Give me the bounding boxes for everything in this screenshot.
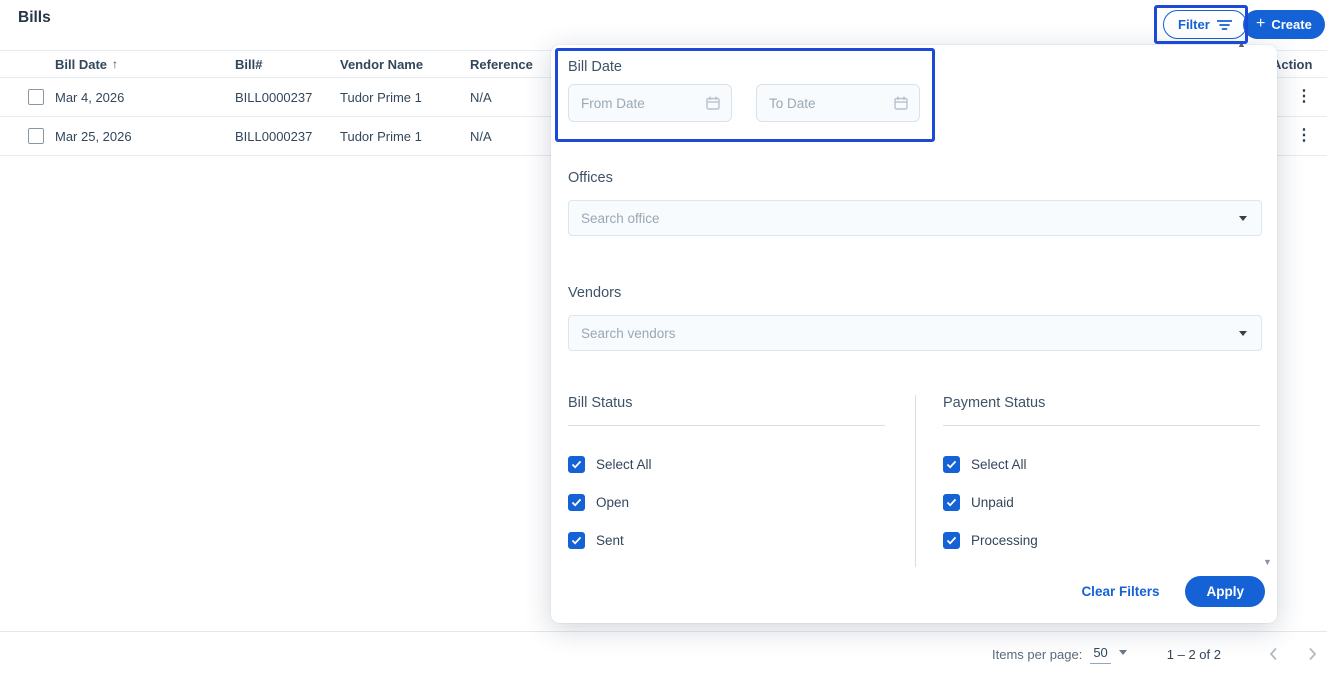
office-search-select[interactable] (568, 200, 1262, 236)
payment-status-select-all[interactable]: Select All (943, 454, 1260, 474)
next-page-button[interactable] (1308, 647, 1317, 661)
header-bill-date-label: Bill Date (55, 56, 108, 72)
bill-date-section-label: Bill Date (568, 59, 622, 75)
header-bill-number[interactable]: Bill# (235, 57, 340, 72)
bill-status-sent[interactable]: Sent (568, 530, 885, 550)
from-date-field[interactable] (581, 95, 691, 111)
header-action: Action (1272, 56, 1313, 72)
bill-date-inputs (568, 84, 920, 122)
row-checkbox[interactable] (28, 128, 44, 144)
from-date-input[interactable] (568, 84, 732, 122)
checkbox-label: Unpaid (971, 494, 1014, 510)
dropdown-caret-icon (1239, 330, 1247, 336)
status-divider (915, 395, 916, 567)
bill-status-title: Bill Status (568, 395, 885, 426)
cell-vendor-name: Tudor Prime 1 (340, 89, 422, 105)
bill-status-select-all[interactable]: Select All (568, 454, 885, 474)
payment-status-unpaid[interactable]: Unpaid (943, 492, 1260, 512)
vendor-search-field[interactable] (581, 325, 1239, 341)
page-title: Bills (18, 9, 51, 26)
office-search-field[interactable] (581, 210, 1239, 226)
checkbox-label: Processing (971, 532, 1038, 548)
clear-filters-link[interactable]: Clear Filters (1081, 584, 1159, 599)
checkbox-checked-icon (943, 531, 960, 549)
filter-icon (1216, 19, 1232, 30)
pagination-range: 1 – 2 of 2 (1166, 646, 1221, 662)
checkbox-checked-icon (568, 455, 585, 473)
cell-action: ⋮ (1270, 89, 1327, 105)
checkbox-label: Sent (596, 532, 624, 548)
bill-status-section: Bill Status Select All Open Sent (568, 395, 885, 550)
items-per-page-value: 50 (1090, 645, 1111, 664)
to-date-field[interactable] (769, 95, 879, 111)
filter-panel: ▲ ▼ Bill Date Offices (551, 39, 1277, 623)
topbar: Bills Filter + Create (0, 0, 1327, 50)
offices-section-label: Offices (568, 170, 613, 186)
filter-panel-footer: Clear Filters Apply (551, 565, 1277, 623)
to-date-input[interactable] (756, 84, 920, 122)
scroll-up-icon[interactable]: ▲ (1237, 39, 1246, 49)
dropdown-caret-icon (1118, 649, 1127, 655)
previous-page-button[interactable] (1269, 647, 1278, 661)
checkbox-checked-icon (943, 455, 960, 473)
row-checkbox-cell (0, 89, 55, 105)
row-checkbox-cell (0, 128, 55, 144)
cell-bill-number: BILL0000237 (235, 128, 313, 144)
cell-bill-date: Mar 25, 2026 (55, 128, 132, 144)
filter-button[interactable]: Filter (1163, 10, 1247, 39)
cell-bill-number: BILL0000237 (235, 89, 313, 105)
pagination-bar: Items per page: 50 1 – 2 of 2 (0, 631, 1327, 676)
plus-icon: + (1256, 15, 1266, 32)
payment-status-title: Payment Status (943, 395, 1260, 426)
header-vendor-name[interactable]: Vendor Name (340, 57, 470, 72)
calendar-icon (706, 96, 720, 110)
dropdown-caret-icon (1239, 215, 1247, 221)
sort-ascending-icon: ↑ (112, 57, 119, 71)
checkbox-label: Open (596, 494, 630, 510)
header-bill-date[interactable]: Bill Date ↑ (55, 57, 235, 72)
payment-status-processing[interactable]: Processing (943, 530, 1260, 550)
checkbox-checked-icon (943, 493, 960, 511)
bills-page: Bills Filter + Create Bill Date ↑ Bill# … (0, 0, 1327, 676)
chevron-left-icon (1269, 647, 1277, 661)
checkbox-checked-icon (568, 531, 585, 549)
cell-vendor-name: Tudor Prime 1 (340, 128, 422, 144)
checkbox-label: Select All (971, 456, 1027, 472)
cell-bill-date: Mar 4, 2026 (55, 89, 125, 105)
items-per-page-select[interactable]: 50 (1090, 645, 1127, 664)
row-checkbox[interactable] (28, 89, 44, 105)
cell-action: ⋮ (1270, 128, 1327, 144)
checkbox-label: Select All (596, 456, 652, 472)
vendors-section-label: Vendors (568, 285, 622, 301)
apply-button[interactable]: Apply (1185, 575, 1265, 607)
checkbox-checked-icon (568, 493, 585, 511)
create-button-label: Create (1271, 17, 1312, 32)
calendar-icon (894, 96, 908, 110)
filter-button-label: Filter (1178, 17, 1210, 32)
create-button[interactable]: + Create (1243, 10, 1325, 39)
chevron-right-icon (1309, 647, 1317, 661)
payment-status-section: Payment Status Select All Unpaid Process… (943, 395, 1260, 550)
vendor-search-select[interactable] (568, 315, 1262, 351)
bill-status-open[interactable]: Open (568, 492, 885, 512)
items-per-page-label: Items per page: (991, 646, 1083, 662)
